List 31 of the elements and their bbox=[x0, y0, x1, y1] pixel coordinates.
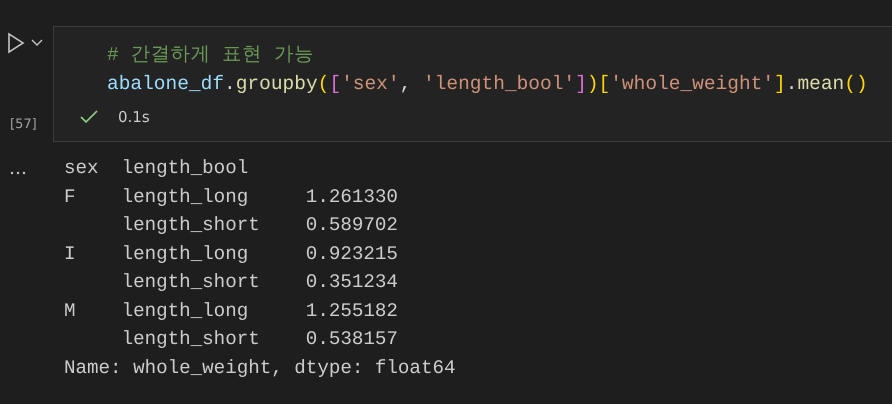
output-line: sex length_bool bbox=[64, 157, 248, 179]
code-variable: abalone_df bbox=[107, 73, 224, 95]
more-icon[interactable] bbox=[10, 171, 26, 175]
code-function: groupby bbox=[236, 73, 318, 95]
code-comment: # 간결하게 표현 가능 bbox=[107, 44, 314, 66]
code-bracket: ( bbox=[318, 73, 330, 95]
code-punctuation: . bbox=[224, 73, 236, 95]
code-function: mean bbox=[797, 73, 844, 95]
code-bracket: ] bbox=[575, 73, 587, 95]
code-punctuation: , bbox=[400, 73, 412, 95]
output-line: F length_long 1.261330 bbox=[64, 186, 398, 208]
code-punctuation: . bbox=[786, 73, 798, 95]
code-bracket: [ bbox=[598, 73, 610, 95]
code-bracket: [ bbox=[329, 73, 342, 95]
run-icon[interactable] bbox=[7, 32, 25, 54]
code-bracket: ] bbox=[774, 73, 786, 95]
output-line: length_short 0.351234 bbox=[120, 271, 398, 293]
output-line: length_short 0.538157 bbox=[120, 328, 398, 350]
output-line: I length_long 0.923215 bbox=[64, 242, 398, 264]
code-cell[interactable]: # 간결하게 표현 가능 abalone_df.groupby(['sex', 'length_bool'])['whole_weight'].mean() 0.1s bbox=[53, 26, 892, 142]
code-string: 'sex' bbox=[341, 73, 400, 95]
code-bracket: ) bbox=[586, 73, 599, 95]
execution-count: [57] bbox=[9, 117, 38, 132]
code-string: 'whole_weight' bbox=[610, 73, 774, 95]
code-bracket: () bbox=[844, 73, 868, 95]
chevron-down-icon[interactable] bbox=[31, 39, 43, 47]
output-line: M length_long 1.255182 bbox=[64, 300, 398, 322]
output-line: Name: whole_weight, dtype: float64 bbox=[64, 356, 456, 378]
code-string: 'length_bool' bbox=[422, 73, 576, 95]
execution-time: 0.1s bbox=[118, 108, 150, 126]
output-line: length_short 0.589702 bbox=[120, 214, 398, 236]
